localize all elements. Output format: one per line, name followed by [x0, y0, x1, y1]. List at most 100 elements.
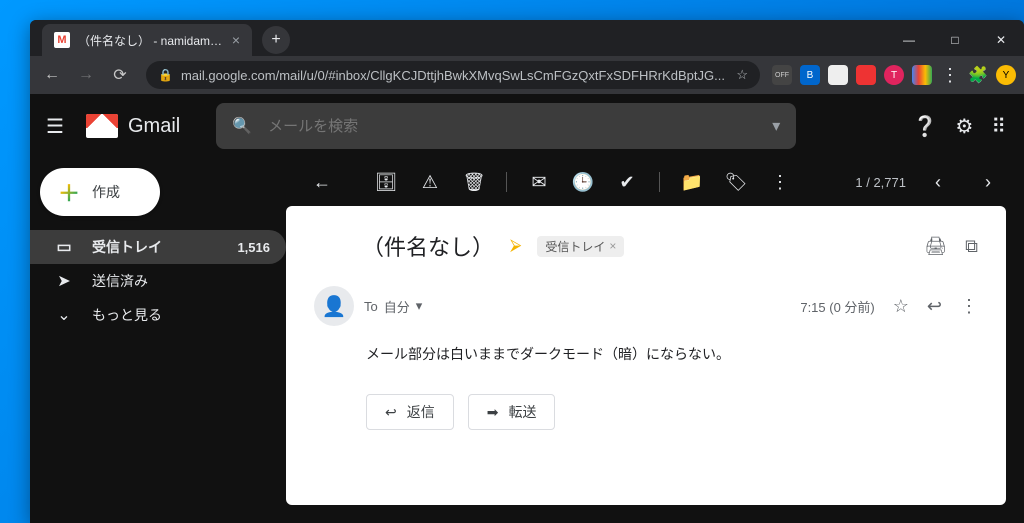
more-icon[interactable]: ⋮	[960, 296, 978, 317]
search-bar[interactable]: 🔍 ▾	[216, 103, 796, 149]
report-spam-button[interactable]: ⚠	[412, 164, 448, 200]
apps-icon[interactable]: ⠿	[991, 114, 1008, 139]
compose-label: 作成	[92, 182, 120, 202]
mail-meta: 👤 To 自分 ▾ 7:15 (0 分前) ☆ ↩ ⋮	[314, 286, 978, 326]
ext-icon-6[interactable]	[912, 65, 932, 85]
sender-avatar[interactable]: 👤	[314, 286, 354, 326]
ext-menu-icon[interactable]: ⋮	[940, 65, 960, 85]
support-icon[interactable]: ❔	[913, 114, 938, 139]
new-tab-button[interactable]: +	[262, 26, 290, 54]
reply-icon[interactable]: ↩	[927, 296, 942, 317]
next-mail-button[interactable]: ›	[970, 164, 1006, 200]
search-options-icon[interactable]: ▾	[772, 116, 780, 136]
forward-button[interactable]: →	[72, 61, 100, 89]
menu-icon[interactable]: ☰	[46, 114, 70, 139]
forward-arrow-icon: ➡	[487, 404, 499, 421]
lock-icon: 🔒	[158, 68, 173, 82]
reply-arrow-icon: ↩	[385, 404, 397, 421]
mail-body: メール部分は白いままでダークモード（暗）にならない。	[366, 344, 978, 364]
reply-label: 返信	[407, 402, 435, 422]
delete-button[interactable]: 🗑	[456, 164, 492, 200]
ext-icon-3[interactable]	[828, 65, 848, 85]
tab-title: （件名なし） - namidamelife@g	[78, 32, 224, 49]
close-tab-icon[interactable]: ×	[232, 32, 240, 48]
titlebar: M （件名なし） - namidamelife@g × + — □ ✕	[30, 20, 1024, 56]
chevron-down-icon: ⌄	[54, 305, 74, 325]
subject-row: （件名なし） ⮚ 受信トレイ × 🖨 ⧉	[314, 230, 978, 262]
sidebar-item-inbox[interactable]: ▭ 受信トレイ 1,516	[30, 230, 286, 264]
url-text: mail.google.com/mail/u/0/#inbox/CllgKCJD…	[181, 68, 728, 83]
send-icon: ➤	[54, 271, 74, 291]
separator	[506, 172, 507, 192]
inbox-count: 1,516	[237, 240, 270, 255]
prev-mail-button[interactable]: ‹	[920, 164, 956, 200]
sidebar-item-label: 受信トレイ	[92, 237, 162, 257]
to-value: 自分	[384, 297, 410, 316]
add-task-button[interactable]: ✔	[609, 164, 645, 200]
move-to-button[interactable]: 📁	[674, 164, 710, 200]
url-field[interactable]: 🔒 mail.google.com/mail/u/0/#inbox/CllgKC…	[146, 61, 760, 89]
sidebar: ＋ 作成 ▭ 受信トレイ 1,516 ➤ 送信済み ⌄ もっと見る	[30, 158, 286, 523]
search-input[interactable]	[268, 118, 756, 135]
inbox-icon: ▭	[54, 237, 74, 257]
profile-avatar[interactable]: Y	[996, 65, 1016, 85]
compose-button[interactable]: ＋ 作成	[40, 168, 160, 216]
forward-label: 転送	[508, 402, 536, 422]
plus-icon: ＋	[58, 176, 80, 208]
window-controls: — □ ✕	[886, 24, 1024, 56]
sidebar-item-label: もっと見る	[92, 305, 162, 325]
mail-subject: （件名なし）	[362, 230, 494, 262]
mail-card: （件名なし） ⮚ 受信トレイ × 🖨 ⧉ 👤 To 自分	[286, 206, 1006, 505]
archive-button[interactable]: 🗄	[368, 164, 404, 200]
open-new-window-icon[interactable]: ⧉	[965, 236, 978, 257]
bookmark-star-icon[interactable]: ☆	[736, 67, 748, 83]
star-icon[interactable]: ☆	[893, 296, 909, 317]
print-icon[interactable]: 🖨	[924, 236, 947, 257]
expand-recipients-icon[interactable]: ▾	[416, 298, 423, 314]
forward-button[interactable]: ➡ 転送	[468, 394, 556, 430]
pager-position: 1 / 2,771	[855, 175, 906, 190]
important-marker-icon[interactable]: ⮚	[510, 237, 521, 255]
remove-label-icon[interactable]: ×	[609, 239, 616, 253]
mark-unread-button[interactable]: ✉	[521, 164, 557, 200]
reply-button[interactable]: ↩ 返信	[366, 394, 454, 430]
content-body: ＋ 作成 ▭ 受信トレイ 1,516 ➤ 送信済み ⌄ もっと見る ← 🗄	[30, 158, 1024, 523]
sidebar-item-label: 送信済み	[92, 271, 148, 291]
main-pane: ← 🗄 ⚠ 🗑 ✉ 🕒 ✔ 📁 🏷 ⋮ 1 / 2,771 ‹ ›	[286, 158, 1024, 523]
gmail-logo-icon	[86, 114, 118, 138]
label-chip[interactable]: 受信トレイ ×	[537, 236, 624, 257]
mail-toolbar: ← 🗄 ⚠ 🗑 ✉ 🕒 ✔ 📁 🏷 ⋮ 1 / 2,771 ‹ ›	[286, 158, 1024, 206]
gmail-logo[interactable]: Gmail	[86, 114, 180, 138]
to-prefix: To	[364, 299, 378, 314]
search-icon: 🔍	[232, 116, 252, 136]
app-window: M （件名なし） - namidamelife@g × + — □ ✕ ← → …	[30, 20, 1024, 523]
ext-icon-4[interactable]	[856, 65, 876, 85]
labels-button[interactable]: 🏷	[718, 164, 754, 200]
pager: 1 / 2,771 ‹ ›	[855, 164, 1006, 200]
reload-button[interactable]: ⟳	[106, 61, 134, 89]
more-actions-button[interactable]: ⋮	[762, 164, 798, 200]
ext-icon-1[interactable]: OFF	[772, 65, 792, 85]
back-to-inbox-button[interactable]: ←	[304, 164, 340, 200]
gmail-favicon: M	[54, 32, 70, 48]
separator	[659, 172, 660, 192]
close-window-button[interactable]: ✕	[978, 24, 1024, 56]
back-button[interactable]: ←	[38, 61, 66, 89]
recipient-line[interactable]: To 自分 ▾	[364, 297, 422, 316]
gmail-logo-text: Gmail	[128, 115, 180, 138]
mail-time: 7:15 (0 分前)	[800, 297, 874, 316]
browser-tab[interactable]: M （件名なし） - namidamelife@g ×	[42, 24, 252, 56]
minimize-button[interactable]: —	[886, 24, 932, 56]
ext-icon-2[interactable]: B	[800, 65, 820, 85]
maximize-button[interactable]: □	[932, 24, 978, 56]
puzzle-icon[interactable]: 🧩	[968, 65, 988, 85]
sidebar-item-sent[interactable]: ➤ 送信済み	[30, 264, 286, 298]
mail-actions: ↩ 返信 ➡ 転送	[366, 394, 978, 430]
sidebar-item-more[interactable]: ⌄ もっと見る	[30, 298, 286, 332]
extensions: OFF B T ⋮ 🧩 Y	[772, 65, 1016, 85]
ext-icon-5[interactable]: T	[884, 65, 904, 85]
settings-icon[interactable]: ⚙	[955, 114, 973, 139]
gmail-header: ☰ Gmail 🔍 ▾ ❔ ⚙ ⠿	[30, 94, 1024, 158]
snooze-button[interactable]: 🕒	[565, 164, 601, 200]
label-text: 受信トレイ	[545, 238, 605, 255]
